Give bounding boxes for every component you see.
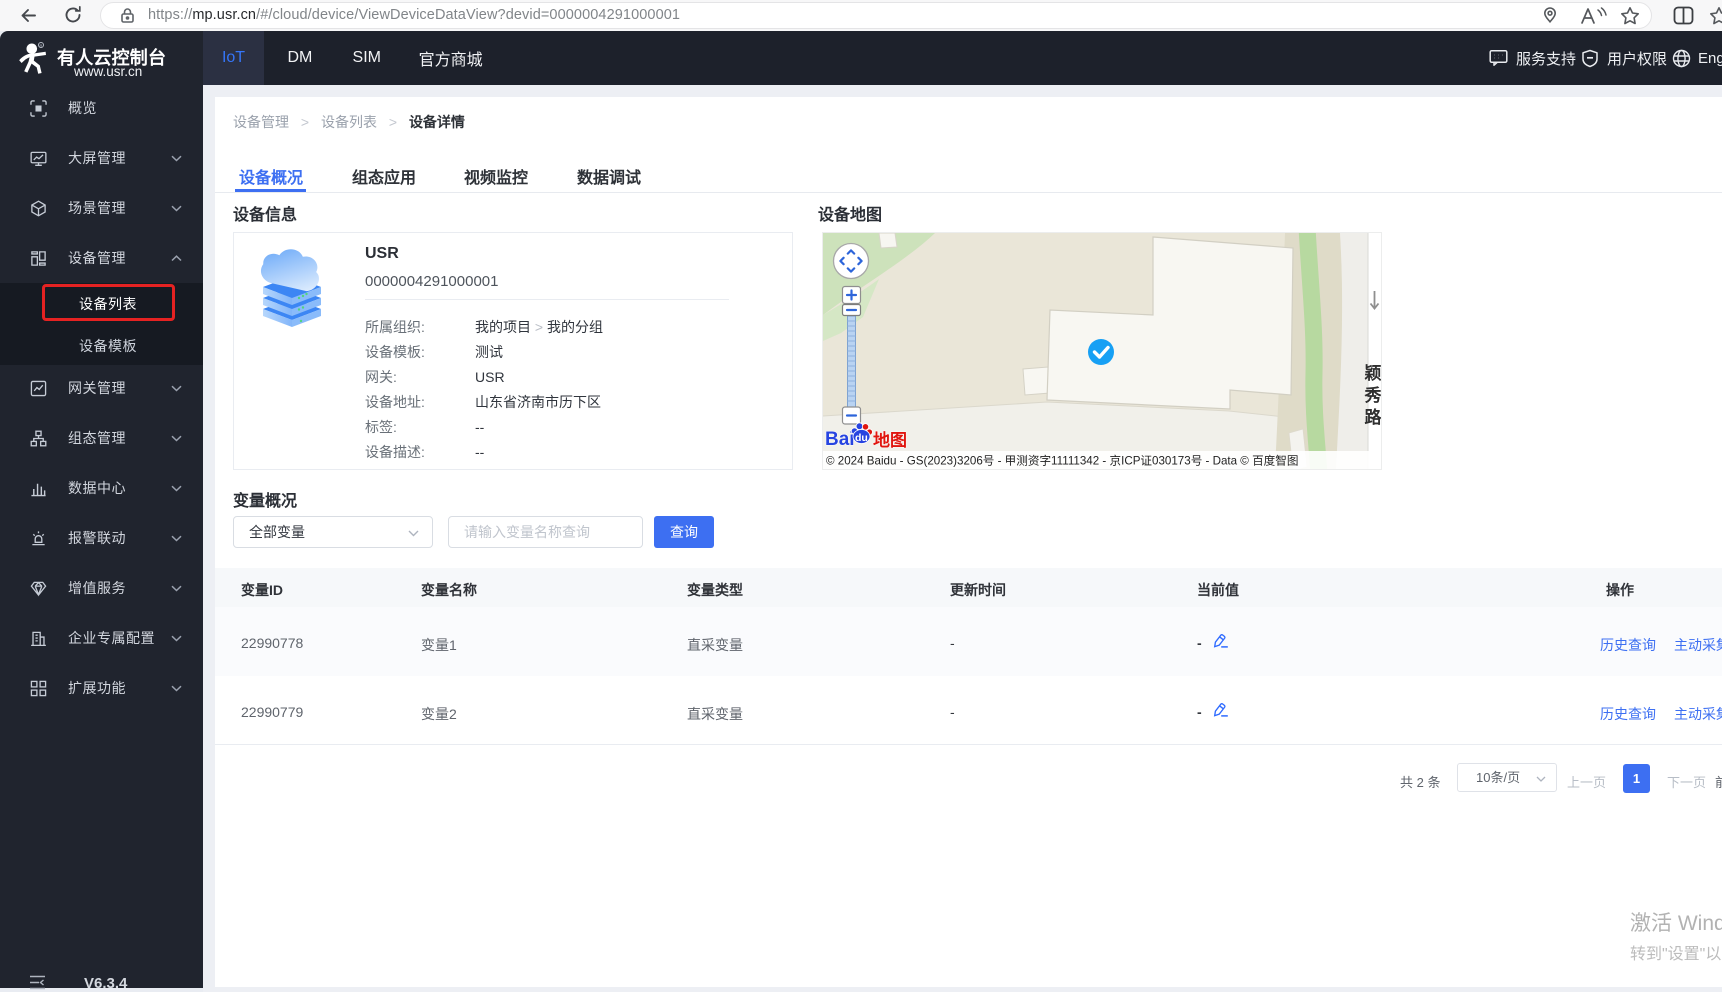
svg-text:地图: 地图 — [873, 430, 907, 450]
svg-text:秀: 秀 — [1364, 386, 1382, 405]
svg-text:颖: 颖 — [1365, 363, 1382, 383]
svg-text:Bai: Bai — [825, 429, 855, 450]
svg-text:© 2024 Baidu - GS(2023)3206号 -: © 2024 Baidu - GS(2023)3206号 - 甲测资字11111… — [826, 454, 1298, 468]
svg-text:du: du — [855, 432, 868, 444]
svg-text:路: 路 — [1365, 407, 1382, 427]
